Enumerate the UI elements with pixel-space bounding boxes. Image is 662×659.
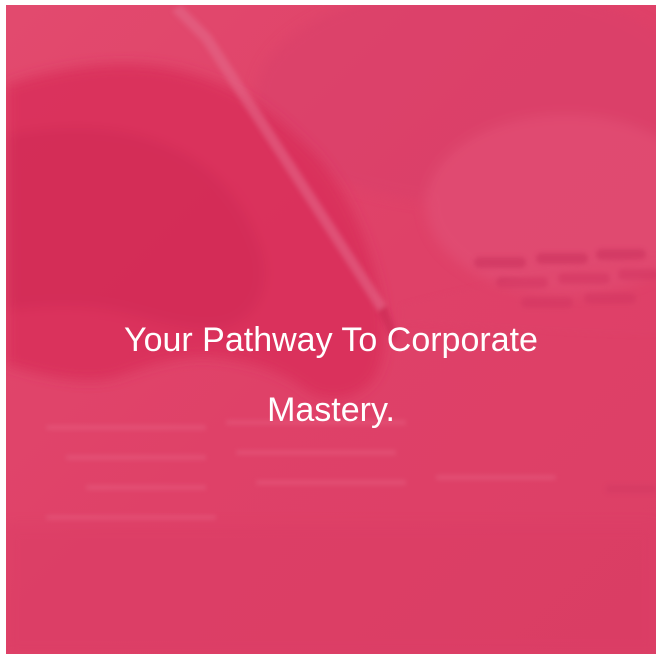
hero-banner: Your Pathway To Corporate Mastery. xyxy=(6,5,656,654)
hero-title: Your Pathway To Corporate Mastery. xyxy=(6,305,656,445)
hero-title-line-2: Mastery. xyxy=(267,391,395,429)
hero-title-line-1: Your Pathway To Corporate xyxy=(124,321,538,359)
